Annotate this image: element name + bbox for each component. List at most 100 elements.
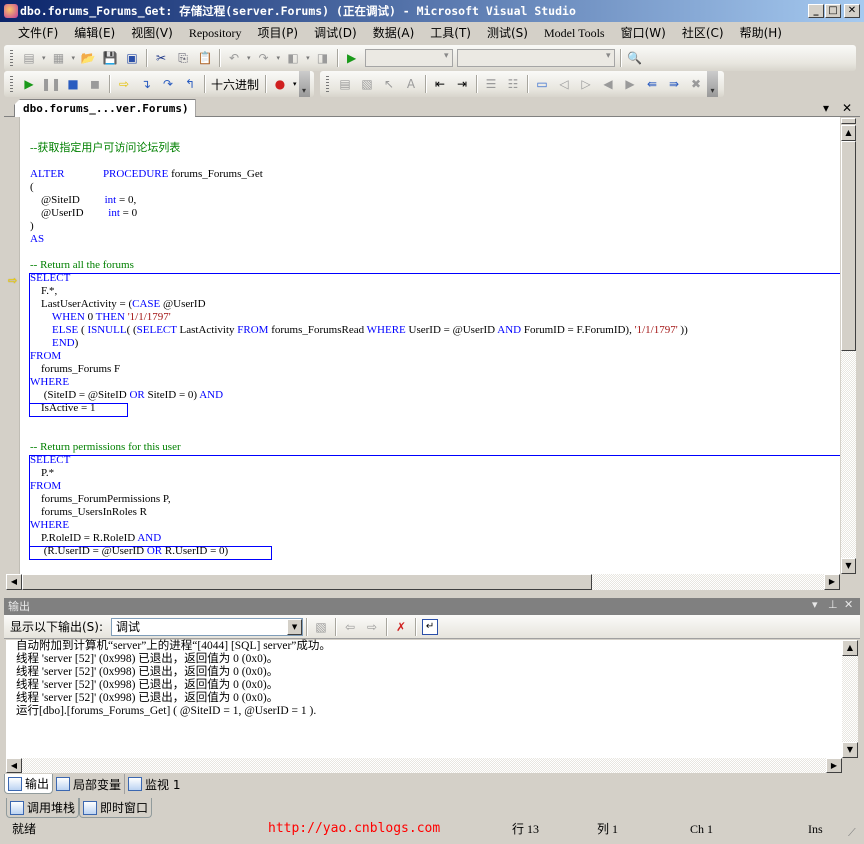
show-next-statement-icon[interactable]: ⇨ — [116, 76, 132, 92]
indicator-margin[interactable] — [6, 117, 20, 574]
output-scroll-left-button[interactable]: ◀ — [6, 758, 22, 773]
output-vertical-scrollbar[interactable] — [842, 640, 858, 758]
new-project-icon[interactable]: ▤ — [21, 50, 37, 66]
navigate-backward-icon[interactable]: ◧ — [285, 50, 301, 66]
scroll-left-button[interactable]: ◀ — [6, 574, 22, 590]
menu-tools[interactable]: 工具(T) — [422, 23, 479, 43]
toolbar-grip[interactable] — [326, 76, 329, 92]
editor-hscroll-thumb[interactable] — [22, 574, 592, 590]
step-over-icon[interactable]: ↷ — [160, 76, 176, 92]
save-all-icon[interactable]: ▣ — [124, 50, 140, 66]
previous-message-icon[interactable]: ⇦ — [342, 619, 358, 635]
clear-bookmarks-icon[interactable]: ✖ — [688, 76, 704, 92]
resize-grip-icon[interactable]: ⟋ — [848, 822, 856, 844]
menu-data[interactable]: 数据(A) — [365, 23, 423, 43]
auto-hide-pin-icon[interactable]: ⊥ — [828, 598, 838, 611]
continue-icon[interactable]: ▶ — [21, 76, 37, 92]
menu-project[interactable]: 项目(P) — [249, 23, 306, 43]
step-into-icon[interactable]: ↴ — [138, 76, 154, 92]
tab-immediate-window[interactable]: 即时窗口 — [79, 798, 153, 818]
next-bookmark-folder-icon[interactable]: ▶ — [622, 76, 638, 92]
uncomment-lines-icon[interactable]: ☷ — [505, 76, 521, 92]
solution-config-combo[interactable] — [364, 49, 453, 67]
close-document-icon[interactable]: ✕ — [842, 101, 852, 115]
active-files-dropdown-icon[interactable]: ▾ — [823, 101, 829, 115]
output-scroll-down-button[interactable]: ▼ — [842, 742, 858, 758]
tab-locals[interactable]: 局部变量 — [53, 774, 124, 794]
menu-file[interactable]: 文件(F) — [10, 23, 66, 43]
add-item-icon[interactable]: ▦ — [51, 50, 67, 66]
menu-community[interactable]: 社区(C) — [674, 23, 732, 43]
toggle-bookmark-icon[interactable]: ▭ — [534, 76, 550, 92]
previous-bookmark-doc-icon[interactable]: ⇚ — [644, 76, 660, 92]
output-scroll-right-button[interactable]: ▶ — [826, 758, 842, 773]
close-output-icon[interactable]: ✕ — [844, 598, 853, 611]
toggle-word-wrap-icon[interactable]: ↵ — [422, 618, 439, 635]
menu-view[interactable]: 视图(V) — [123, 23, 181, 43]
complete-word-icon[interactable]: A — [403, 76, 419, 92]
tab-output[interactable]: 输出 — [4, 774, 54, 794]
find-message-icon[interactable]: ▧ — [313, 619, 329, 635]
parameter-info-icon[interactable]: ▧ — [359, 76, 375, 92]
breakpoints-window-icon[interactable]: ● — [272, 76, 288, 92]
save-icon[interactable]: 💾 — [102, 50, 118, 66]
menu-window[interactable]: 窗口(W) — [613, 23, 674, 43]
tab-forums-forums-get[interactable]: dbo.forums_...ver.Forums) — [14, 99, 196, 118]
toolbar-overflow-button[interactable]: ▾ — [298, 71, 310, 97]
step-out-icon[interactable]: ↰ — [182, 76, 198, 92]
start-debug-icon[interactable]: ▶ — [344, 50, 360, 66]
chevron-down-icon[interactable]: ▼ — [287, 618, 303, 635]
redo-icon[interactable]: ↷ — [256, 50, 272, 66]
paste-icon[interactable]: 📋 — [197, 50, 213, 66]
next-message-icon[interactable]: ⇨ — [364, 619, 380, 635]
toolbar-grip[interactable] — [10, 50, 13, 66]
decrease-indent-icon[interactable]: ⇤ — [432, 76, 448, 92]
output-horizontal-scrollbar[interactable] — [6, 758, 842, 773]
scroll-down-button[interactable]: ▼ — [841, 558, 856, 574]
menu-repository[interactable]: Repository — [181, 23, 250, 43]
editor-vscroll-thumb[interactable] — [841, 141, 856, 351]
toolbar-grip[interactable] — [10, 76, 13, 92]
scroll-right-button[interactable]: ▶ — [824, 574, 840, 590]
menu-help[interactable]: 帮助(H) — [732, 23, 790, 43]
scroll-up-button[interactable]: ▲ — [841, 125, 856, 141]
restart-icon[interactable]: ◼ — [87, 76, 103, 92]
text-editor-toolbar: ▤ ▧ ↖ A ⇤ ⇥ ☰ ☷ ▭ ◁ ▷ ◀ ▶ ⇚ ⇛ ✖ ▾ — [320, 71, 724, 97]
next-bookmark-doc-icon[interactable]: ⇛ — [666, 76, 682, 92]
tab-call-stack[interactable]: 调用堆栈 — [6, 798, 80, 818]
toolbar-overflow-button[interactable]: ▾ — [707, 71, 718, 97]
break-all-icon[interactable]: ❚❚ — [41, 76, 61, 92]
navigate-forward-icon[interactable]: ◨ — [315, 50, 331, 66]
close-button[interactable]: ✕ — [844, 4, 860, 18]
menu-debug[interactable]: 调试(D) — [306, 23, 365, 43]
menu-test[interactable]: 测试(S) — [479, 23, 536, 43]
menu-edit[interactable]: 编辑(E) — [66, 23, 123, 43]
object-members-icon[interactable]: ▤ — [337, 76, 353, 92]
cut-icon[interactable]: ✂ — [153, 50, 169, 66]
visual-studio-icon — [4, 4, 18, 18]
menu-model-tools[interactable]: Model Tools — [536, 23, 613, 43]
find-in-files-icon[interactable]: 🔍 — [627, 50, 643, 66]
editor-split-handle[interactable] — [841, 118, 856, 124]
minimize-button[interactable]: _ — [808, 4, 824, 18]
previous-bookmark-icon[interactable]: ◁ — [556, 76, 572, 92]
status-char: Ch 1 — [690, 822, 714, 836]
output-text[interactable]: 自动附加到计算机“server”上的进程“[4044] [SQL] server… — [6, 640, 842, 758]
maximize-button[interactable]: □ — [825, 4, 841, 18]
clear-all-icon[interactable]: ✗ — [393, 619, 409, 635]
increase-indent-icon[interactable]: ⇥ — [454, 76, 470, 92]
copy-icon[interactable]: ⎘ — [175, 50, 191, 66]
output-source-select[interactable]: 调试 ▼ — [111, 617, 304, 636]
window-position-icon[interactable]: ▾ — [812, 598, 818, 611]
hexadecimal-button[interactable]: 十六进制 — [208, 76, 262, 93]
tab-watch-1[interactable]: 监视 1 — [124, 774, 183, 794]
quick-info-icon[interactable]: ↖ — [381, 76, 397, 92]
find-combo[interactable] — [456, 49, 615, 67]
open-file-icon[interactable]: 📂 — [80, 50, 96, 66]
undo-icon[interactable]: ↶ — [226, 50, 242, 66]
next-bookmark-icon[interactable]: ▷ — [578, 76, 594, 92]
previous-bookmark-folder-icon[interactable]: ◀ — [600, 76, 616, 92]
output-scroll-up-button[interactable]: ▲ — [842, 640, 858, 656]
stop-debugging-icon[interactable]: ■ — [65, 76, 81, 92]
comment-lines-icon[interactable]: ☰ — [483, 76, 499, 92]
